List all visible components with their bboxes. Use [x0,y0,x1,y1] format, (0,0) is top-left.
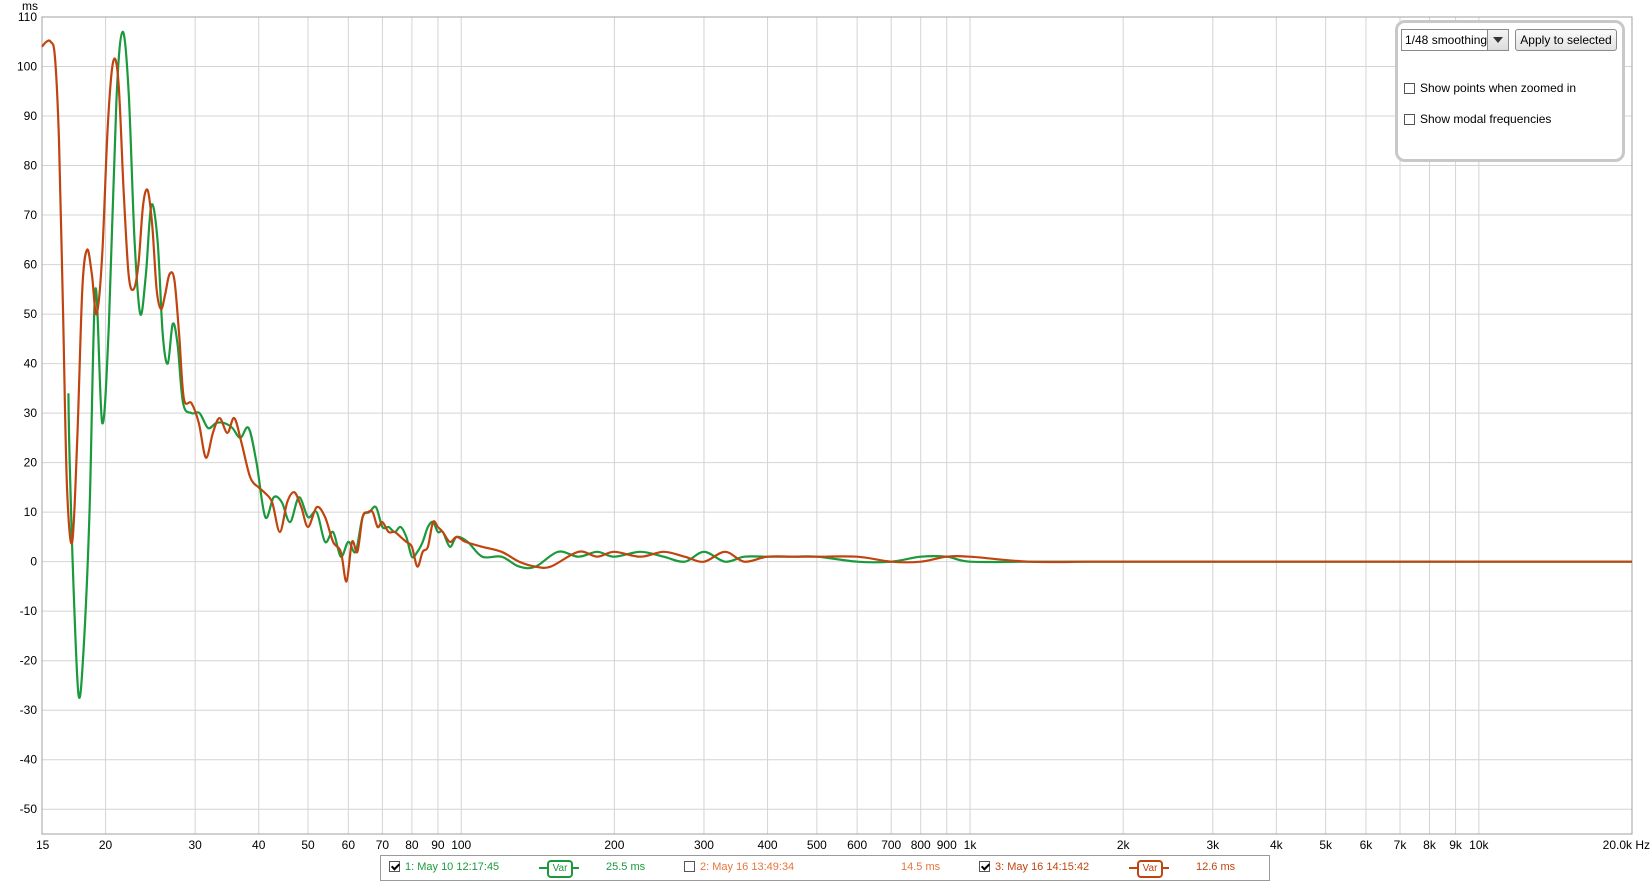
x-tick-label: 9k [1449,838,1463,852]
legend-item-1-checkbox[interactable] [389,861,400,872]
x-tick-label: 4k [1270,838,1284,852]
y-tick-label: -40 [20,753,38,767]
legend-item-1-var-icon[interactable]: Var [539,859,579,878]
x-tick-label: 50 [301,838,315,852]
smoothing-select[interactable]: 1/48 smoothing [1401,29,1509,51]
show-modal-row[interactable]: Show modal frequencies [1404,112,1551,126]
show-modal-label: Show modal frequencies [1420,112,1552,126]
show-points-row[interactable]: Show points when zoomed in [1404,81,1576,95]
legend-item-3-label: 3: May 16 14:15:42 [995,861,1090,873]
x-tick-label: 5k [1319,838,1333,852]
show-points-label: Show points when zoomed in [1420,81,1577,95]
x-tick-label: 900 [937,838,957,852]
x-tick-label: 8k [1423,838,1437,852]
y-tick-label: 0 [30,555,37,569]
legend-item-3[interactable]: 3: May 16 14:15:42 [979,861,1089,873]
legend-item-2-checkbox[interactable] [684,861,695,872]
legend-item-2-label: 2: May 16 13:49:34 [700,861,795,873]
x-tick-label: 80 [405,838,419,852]
y-tick-label: -50 [20,802,38,816]
x-tick-label: 800 [911,838,931,852]
legend-item-3-var-icon[interactable]: Var [1129,859,1169,878]
legend-item-1-label: 1: May 10 12:17:45 [405,861,500,873]
show-modal-checkbox[interactable] [1404,114,1415,125]
legend-item-1-value: 25.5 ms [606,861,646,873]
y-axis-unit-label: ms [22,0,38,13]
y-tick-label: 70 [24,208,38,222]
legend-item-2-value: 14.5 ms [901,861,941,873]
y-tick-label: 30 [24,406,38,420]
x-tick-label: 600 [847,838,867,852]
legend-item-1-var-label: Var [547,860,573,878]
y-tick-label: -30 [20,703,38,717]
x-tick-label: 200 [604,838,624,852]
x-tick-label: 700 [881,838,901,852]
x-tick-label: 300 [694,838,714,852]
y-tick-label: -20 [20,654,38,668]
legend-item-3-value: 12.6 ms [1196,861,1236,873]
x-tick-label: 100 [451,838,471,852]
x-tick-label: 20.0k Hz [1603,838,1650,852]
x-tick-label: 60 [342,838,356,852]
x-tick-label: 1k [964,838,978,852]
chevron-down-icon[interactable] [1487,30,1508,50]
smoothing-select-value: 1/48 smoothing [1405,33,1488,47]
apply-to-selected-button[interactable]: Apply to selected [1515,29,1617,51]
y-tick-label: -10 [20,604,38,618]
legend-item-3-checkbox[interactable] [979,861,990,872]
x-tick-label: 20 [99,838,113,852]
x-tick-label: 2k [1117,838,1131,852]
legend-item-1[interactable]: 1: May 10 12:17:45 [389,861,499,873]
y-tick-label: 20 [24,456,38,470]
smoothing-panel: 1/48 smoothing Apply to selected Show po… [1395,20,1625,162]
y-tick-label: 90 [24,109,38,123]
x-tick-label: 7k [1394,838,1408,852]
x-tick-label: 40 [252,838,266,852]
y-tick-label: 100 [17,60,37,74]
show-points-checkbox[interactable] [1404,83,1415,94]
y-tick-label: 10 [24,505,38,519]
y-tick-label: 80 [24,159,38,173]
x-tick-label: 400 [758,838,778,852]
y-tick-label: 40 [24,357,38,371]
measurement-legend: 1: May 10 12:17:45 Var 25.5 ms 2: May 16… [380,855,1270,881]
x-tick-label: 30 [188,838,202,852]
x-tick-label: 15 [36,838,50,852]
x-tick-label: 90 [431,838,445,852]
x-tick-label: 10k [1469,838,1489,852]
x-tick-label: 500 [807,838,827,852]
y-tick-label: 60 [24,258,38,272]
y-tick-label: 50 [24,307,38,321]
x-tick-label: 6k [1360,838,1374,852]
legend-item-3-var-label: Var [1137,860,1163,878]
x-tick-label: 70 [376,838,390,852]
legend-item-2[interactable]: 2: May 16 13:49:34 [684,861,794,873]
x-tick-label: 3k [1206,838,1220,852]
